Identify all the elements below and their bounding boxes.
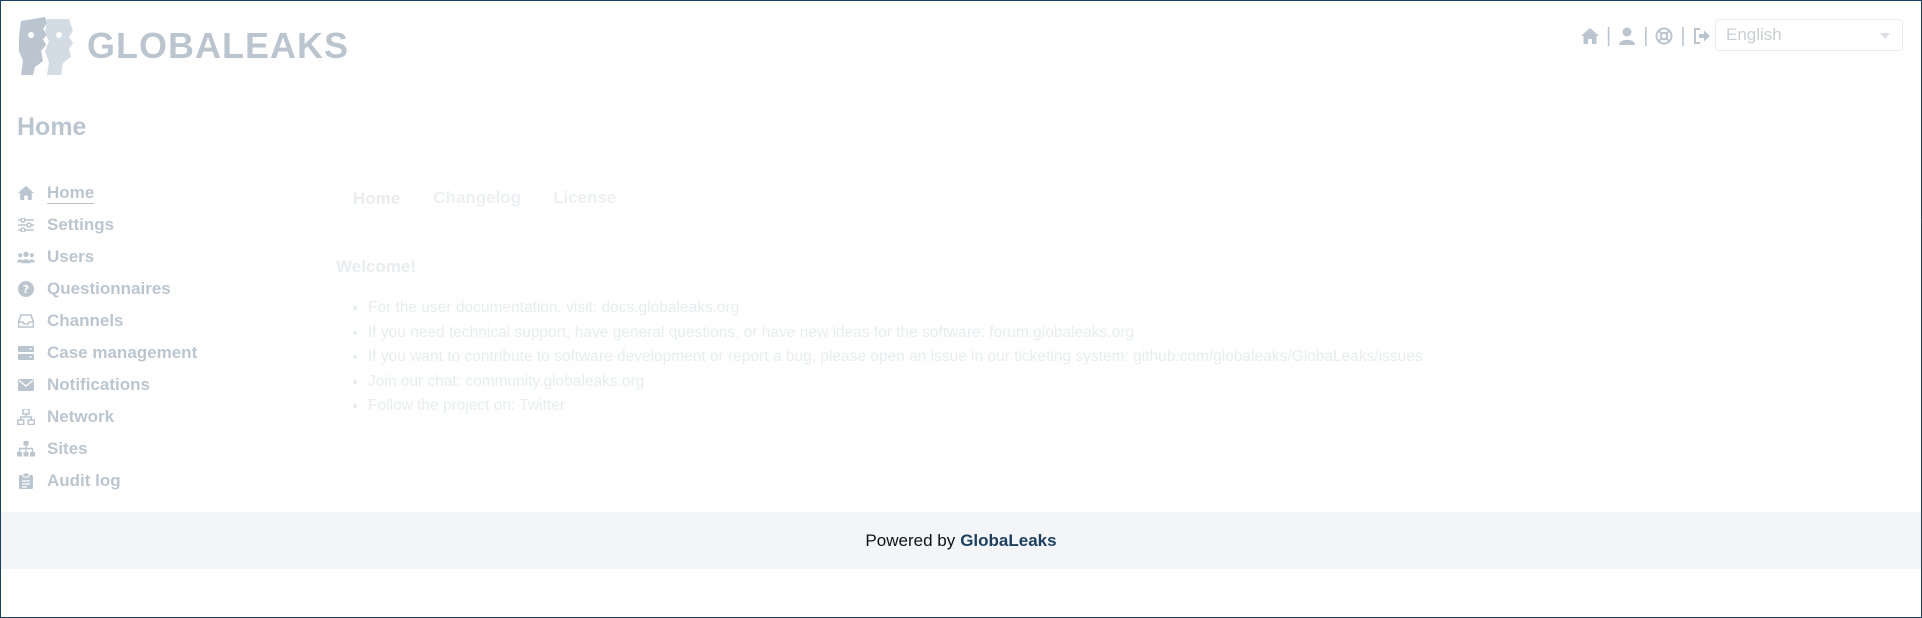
sidebar-item-label: Users xyxy=(47,247,95,266)
logo-faces-icon xyxy=(19,17,73,75)
sidebar-item-settings[interactable]: Settings xyxy=(17,209,197,241)
list-item[interactable]: If you need technical support, have gene… xyxy=(368,324,1423,349)
language-selected: English xyxy=(1726,25,1782,44)
page-title: Home xyxy=(17,113,87,141)
sidebar-item-home[interactable]: Home xyxy=(17,177,197,209)
sidebar-item-sites[interactable]: Sites xyxy=(17,433,197,465)
sidebar-item-label: Notifications xyxy=(47,375,150,394)
sidebar-item-label: Home xyxy=(47,182,95,204)
users-icon xyxy=(17,248,35,266)
sidebar-item-questionnaires[interactable]: ? Questionnaires xyxy=(17,273,197,305)
support-icon[interactable] xyxy=(1653,25,1675,47)
logo[interactable]: GLOBALEAKS xyxy=(17,17,349,75)
home-icon[interactable] xyxy=(1579,25,1601,47)
sidebar-item-label: Settings xyxy=(47,215,115,234)
page: GLOBALEAKS | | | English Home Home Setti… xyxy=(1,1,1922,617)
tab-changelog[interactable]: Changelog xyxy=(417,177,537,219)
sitemap-icon xyxy=(17,440,35,458)
list-item[interactable]: Follow the project on: Twitter xyxy=(368,397,1423,422)
sidebar-item-label: Case management xyxy=(47,343,198,362)
sidebar-item-label: Audit log xyxy=(47,471,121,490)
tab-bar: Home Changelog License xyxy=(336,177,1922,220)
sidebar-item-audit-log[interactable]: Audit log xyxy=(17,465,197,497)
sidebar-item-users[interactable]: Users xyxy=(17,241,197,273)
user-icon[interactable] xyxy=(1616,25,1638,47)
svg-text:?: ? xyxy=(23,283,29,296)
footer-prefix: Powered by xyxy=(865,530,956,550)
logout-icon[interactable] xyxy=(1691,25,1713,47)
sidebar-item-label: Questionnaires xyxy=(47,279,171,298)
list-item[interactable]: If you want to contribute to software de… xyxy=(368,348,1423,373)
separator: | xyxy=(1606,25,1612,47)
top-icons: | | | xyxy=(1579,25,1713,47)
sidebar-item-network[interactable]: Network xyxy=(17,401,197,433)
sidebar: Home Settings Users ? Questionnaires Cha… xyxy=(17,177,197,497)
sidebar-item-label: Channels xyxy=(47,311,124,330)
network-icon xyxy=(17,408,35,426)
footer-brand-link[interactable]: GlobaLeaks xyxy=(960,531,1056,551)
welcome-heading: Welcome! xyxy=(336,257,416,276)
separator: | xyxy=(1643,25,1649,47)
home-icon xyxy=(17,184,35,202)
sidebar-item-notifications[interactable]: Notifications xyxy=(17,369,197,401)
sidebar-item-label: Sites xyxy=(47,439,88,458)
envelope-icon xyxy=(17,376,35,394)
server-icon xyxy=(17,344,35,362)
sidebar-item-label: Network xyxy=(47,407,115,426)
sidebar-item-case-management[interactable]: Case management xyxy=(17,337,197,369)
separator: | xyxy=(1680,25,1686,47)
logo-text: GLOBALEAKS xyxy=(87,25,349,66)
sidebar-item-channels[interactable]: Channels xyxy=(17,305,197,337)
list-item[interactable]: Join our chat: community.globaleaks.org xyxy=(368,373,1423,398)
tab-home[interactable]: Home xyxy=(336,177,418,219)
tab-license[interactable]: License xyxy=(537,177,632,219)
list-item[interactable]: For the user documentation, visit: docs.… xyxy=(368,299,1423,324)
language-select[interactable]: English xyxy=(1715,19,1903,51)
link-list: For the user documentation, visit: docs.… xyxy=(336,299,1423,422)
clipboard-icon xyxy=(17,472,35,490)
inbox-icon xyxy=(17,312,35,330)
header: GLOBALEAKS | | | English xyxy=(1,1,1921,91)
sliders-icon xyxy=(17,216,35,234)
tab-content: Welcome! For the user documentation, vis… xyxy=(336,257,1423,422)
chevron-down-icon xyxy=(1880,33,1890,39)
question-icon: ? xyxy=(17,280,35,298)
footer: Powered by GlobaLeaks xyxy=(1,512,1921,569)
